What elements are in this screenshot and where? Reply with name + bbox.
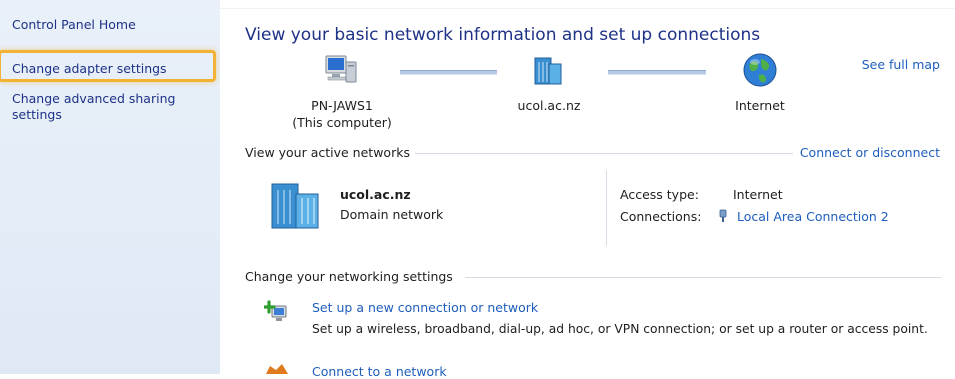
- main-content: View your basic network information and …: [220, 0, 955, 379]
- see-full-map-label: See full map: [861, 57, 940, 72]
- control-panel-home-link[interactable]: Control Panel Home: [12, 17, 136, 33]
- computer-label: PN-JAWS1 (This computer): [292, 97, 392, 131]
- connect-to-network-label: Connect to a network: [312, 364, 447, 379]
- change-adapter-settings-link[interactable]: Change adapter settings: [12, 61, 167, 77]
- connector-domain-internet: [608, 70, 706, 75]
- computer-icon: [322, 52, 362, 88]
- domain-building-icon: [531, 52, 567, 88]
- computer-subtitle: (This computer): [292, 115, 392, 130]
- connections-label: Connections:: [620, 209, 702, 224]
- new-connection-link[interactable]: Set up a new connection or network: [312, 300, 538, 315]
- page-title: View your basic network information and …: [245, 25, 761, 45]
- sidebar: Control Panel Home Change adapter settin…: [0, 0, 220, 374]
- connect-to-network-link[interactable]: Connect to a network: [312, 364, 447, 379]
- change-settings-rule: [465, 277, 941, 278]
- active-networks-rule: [415, 153, 793, 154]
- connections-row: Connections: Local Area Connection 2: [620, 209, 889, 224]
- connect-or-disconnect-label: Connect or disconnect: [799, 145, 940, 160]
- internet-globe-icon: [741, 51, 779, 89]
- access-type-value: Internet: [733, 187, 783, 202]
- active-network-info: ucol.ac.nz Domain network: [340, 187, 443, 222]
- domain-label: ucol.ac.nz: [517, 98, 581, 113]
- change-advanced-sharing-line1: Change advanced sharing: [12, 91, 176, 106]
- connect-network-icon: [264, 362, 290, 374]
- connect-or-disconnect-link[interactable]: Connect or disconnect: [800, 145, 940, 160]
- change-advanced-sharing-line2: settings: [12, 107, 62, 122]
- domain-network-icon: [268, 178, 330, 232]
- computer-name: PN-JAWS1: [311, 98, 373, 113]
- access-type-row: Access type: Internet: [620, 187, 783, 202]
- active-network-type: Domain network: [340, 207, 444, 222]
- local-area-connection-link[interactable]: Local Area Connection 2: [737, 209, 889, 224]
- top-divider: [220, 8, 955, 9]
- ethernet-plug-icon: [717, 209, 737, 223]
- connector-computer-domain: [400, 70, 497, 75]
- change-settings-heading: Change your networking settings: [245, 269, 453, 284]
- internet-label: Internet: [735, 98, 785, 113]
- access-type-label: Access type:: [620, 187, 699, 202]
- network-details-divider: [606, 170, 607, 246]
- active-network-name: ucol.ac.nz: [340, 187, 411, 202]
- new-connection-icon: [264, 300, 290, 324]
- see-full-map-link[interactable]: See full map: [862, 57, 940, 72]
- change-advanced-sharing-link[interactable]: Change advanced sharing settings: [12, 91, 175, 123]
- active-networks-heading: View your active networks: [245, 145, 410, 160]
- new-connection-description: Set up a wireless, broadband, dial-up, a…: [312, 322, 928, 336]
- new-connection-title: Set up a new connection or network: [312, 300, 539, 315]
